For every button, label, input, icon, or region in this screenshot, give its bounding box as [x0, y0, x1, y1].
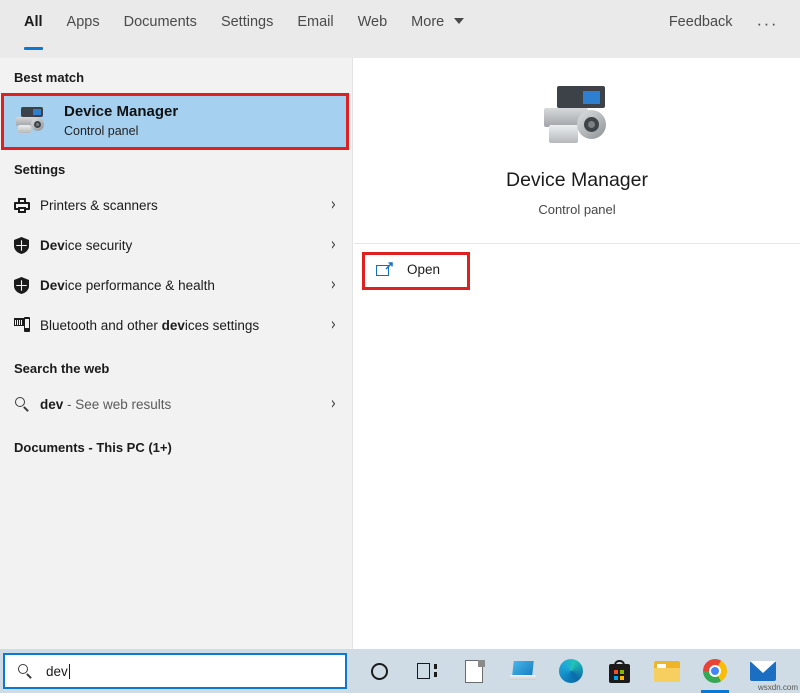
shield-icon — [14, 236, 40, 254]
results-panel: Best match Device Manager Control panel — [0, 58, 353, 649]
shield-icon — [14, 276, 40, 294]
settings-item-label: Device security — [40, 237, 133, 253]
tab-all[interactable]: All — [12, 0, 55, 58]
preview-title: Device Manager — [506, 169, 648, 191]
chevron-right-icon: › — [330, 274, 336, 296]
open-in-new-window-icon — [376, 261, 393, 277]
document-icon[interactable] — [451, 649, 499, 693]
search-header: All Apps Documents Settings Email Web Mo… — [0, 0, 800, 58]
settings-item-rest-2: ice performance & health — [64, 277, 215, 293]
tab-more[interactable]: More — [399, 0, 476, 58]
tab-documents-label: Documents — [123, 14, 197, 30]
preview-card: Device Manager Control panel — [354, 58, 800, 244]
tab-active-underline — [24, 47, 43, 50]
chevron-right-icon: › — [330, 314, 336, 336]
open-button[interactable]: Open — [370, 254, 464, 284]
search-the-web-heading: Search the web — [14, 361, 110, 376]
printer-icon — [14, 197, 40, 213]
preview-actions: Open — [354, 244, 800, 290]
best-match-container: Device Manager Control panel — [0, 93, 352, 150]
chevron-right-icon: › — [330, 234, 336, 256]
settings-item-printers-and-scanners[interactable]: Printers & scanners › — [0, 185, 352, 225]
best-match-text: Device Manager Control panel — [64, 103, 178, 140]
documents-heading: Documents - This PC (1+) — [14, 440, 172, 455]
windows-search-screen: All Apps Documents Settings Email Web Mo… — [0, 0, 800, 693]
taskbar-icons — [355, 649, 787, 693]
search-icon — [17, 663, 33, 679]
tab-apps[interactable]: Apps — [55, 0, 112, 58]
preview-subtitle: Control panel — [538, 202, 616, 217]
settings-item-rest-3: Bluetooth and other devices settings — [40, 317, 260, 333]
settings-item-device-security[interactable]: Device security › — [0, 225, 352, 265]
search-icon — [14, 396, 40, 412]
settings-heading: Settings — [14, 162, 66, 177]
best-match-heading: Best match — [14, 70, 85, 85]
search-tabs: All Apps Documents Settings Email Web Mo… — [0, 0, 476, 58]
chrome-icon[interactable] — [691, 649, 739, 693]
header-right-actions: Feedback ··· — [655, 0, 800, 58]
chevron-right-icon: › — [330, 194, 336, 216]
device-manager-icon — [14, 106, 48, 136]
settings-item-rest-1: ice security — [64, 237, 133, 253]
search-input-value: dev — [46, 663, 70, 679]
task-view-icon[interactable] — [403, 649, 451, 693]
preview-panel: Device Manager Control panel Open — [354, 58, 800, 649]
tab-settings-label: Settings — [220, 14, 274, 30]
tab-web-label: Web — [357, 14, 388, 30]
chevron-right-icon: › — [330, 393, 336, 415]
web-result-dev[interactable]: dev - See web results › — [0, 384, 352, 424]
chevron-down-icon — [454, 18, 465, 24]
tab-web[interactable]: Web — [346, 0, 400, 58]
devices-icon — [14, 317, 40, 333]
settings-item-label: Device performance & health — [40, 277, 215, 293]
watermark: wsxdn.com — [757, 683, 798, 692]
feedback-button[interactable]: Feedback — [655, 0, 747, 30]
web-result-label: dev - See web results — [40, 396, 172, 412]
microsoft-store-icon[interactable] — [595, 649, 643, 693]
taskbar: dev wsxdn.com — [0, 649, 800, 693]
tab-all-label: All — [24, 14, 43, 30]
tab-settings[interactable]: Settings — [209, 0, 285, 58]
settings-item-label: Printers & scanners — [40, 197, 158, 213]
settings-laptop-icon[interactable] — [499, 649, 547, 693]
edge-icon[interactable] — [547, 649, 595, 693]
search-input[interactable]: dev — [3, 653, 347, 689]
tab-email[interactable]: Email — [285, 0, 345, 58]
tab-email-label: Email — [297, 14, 334, 30]
cortana-icon[interactable] — [355, 649, 403, 693]
text-caret — [68, 663, 70, 679]
settings-item-label: Bluetooth and other devices settings — [40, 318, 331, 333]
file-explorer-icon[interactable] — [643, 649, 691, 693]
best-match-result-device-manager[interactable]: Device Manager Control panel — [3, 95, 348, 147]
more-options-icon[interactable]: ··· — [747, 0, 786, 34]
best-match-title: Device Manager — [64, 102, 179, 120]
tab-documents[interactable]: Documents — [112, 0, 209, 58]
best-match-subtitle: Control panel — [64, 123, 139, 138]
settings-item-device-performance-and-health[interactable]: Device performance & health › — [0, 265, 352, 305]
settings-item-bluetooth-and-other-devices[interactable]: Bluetooth and other devices settings › — [0, 305, 352, 345]
tab-apps-label: Apps — [66, 14, 100, 30]
device-manager-icon — [540, 84, 614, 148]
tab-more-label: More — [411, 14, 445, 30]
open-button-label: Open — [407, 261, 441, 277]
